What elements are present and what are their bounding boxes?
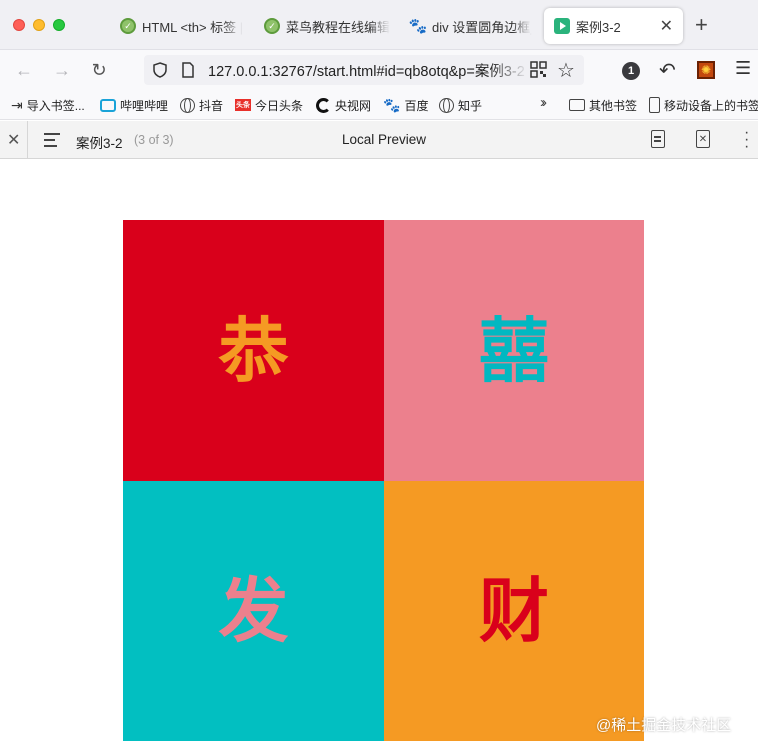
url-text[interactable]: 127.0.0.1:32767/start.html#id=qb8otq&p=案… <box>208 60 528 81</box>
navigation-bar: ← → ↻ 127.0.0.1:32767/start.html#id=qb8o… <box>0 50 758 90</box>
export-icon[interactable]: ✕ <box>696 130 710 148</box>
forward-button[interactable]: → <box>50 58 74 82</box>
local-preview-label: Local Preview <box>342 132 427 147</box>
grid-cell-xi: 囍 <box>384 220 644 481</box>
hamburger-menu-icon[interactable]: ☰ <box>735 58 751 79</box>
close-tab-icon[interactable]: ✕ <box>660 16 673 36</box>
bookmark-label: 导入书签... <box>26 98 85 113</box>
reload-button[interactable]: ↻ <box>87 58 111 82</box>
bookmark-label: 央视网 <box>335 98 372 113</box>
address-bar[interactable]: 127.0.0.1:32767/start.html#id=qb8otq&p=案… <box>144 55 584 85</box>
tab-label: div 设置圆角边框_百 <box>432 19 532 35</box>
shield-icon[interactable] <box>153 62 167 78</box>
preview-play-icon <box>554 18 570 34</box>
watermark: @稀土掘金技术社区 <box>596 717 732 734</box>
bookmarks-overflow-chevron-icon[interactable]: ›› <box>540 94 547 111</box>
baidu-paw-icon: 🐾 <box>383 96 401 113</box>
bookmark-mobile[interactable]: 移动设备上的书签 <box>649 96 758 114</box>
page-count: (3 of 3) <box>134 133 174 147</box>
bookmark-bilibili[interactable]: 哔哩哔哩 <box>100 96 168 114</box>
arrow-right-icon: → <box>53 59 71 80</box>
bookmark-label: 知乎 <box>458 98 483 113</box>
grid-cell-fa: 发 <box>123 481 384 741</box>
globe-icon <box>439 97 454 113</box>
bookmark-label: 抖音 <box>199 98 224 113</box>
bookmark-douyin[interactable]: 抖音 <box>180 96 223 114</box>
new-tab-button[interactable]: + <box>695 14 708 36</box>
runoob-icon: ✓ <box>264 18 280 34</box>
extension-icon[interactable]: ✺ <box>697 61 715 79</box>
window-minimize-button[interactable] <box>33 19 45 31</box>
tab-html-th[interactable]: ✓ HTML <th> 标签 | <box>110 8 258 44</box>
bookmark-label: 移动设备上的书签 <box>664 98 758 113</box>
close-preview-icon[interactable]: ✕ <box>7 130 20 150</box>
mobile-icon <box>649 97 660 113</box>
bookmarks-bar: ⇥ 导入书签... 哔哩哔哩 抖音 头条 今日头条 央视网 🐾 百度 知乎 ››… <box>0 90 758 120</box>
window-close-button[interactable] <box>13 19 25 31</box>
runoob-icon: ✓ <box>120 18 136 34</box>
divider <box>27 121 28 159</box>
window-zoom-button[interactable] <box>53 19 65 31</box>
tab-label: 案例3-2 <box>576 19 621 35</box>
tab-runoob-editor[interactable]: ✓ 菜鸟教程在线编辑器 <box>254 8 400 44</box>
bookmark-label: 今日头条 <box>255 98 304 113</box>
bookmark-label: 百度 <box>404 98 429 113</box>
notification-badge-icon[interactable]: 1 <box>622 62 640 80</box>
qr-code-icon[interactable] <box>530 61 547 78</box>
bookmark-label: 其他书签 <box>589 98 638 113</box>
bookmark-zhihu[interactable]: 知乎 <box>439 96 482 114</box>
arrow-left-icon: ← <box>15 59 33 80</box>
folder-icon <box>569 99 585 111</box>
bilibili-icon <box>100 98 116 112</box>
reload-icon: ↻ <box>91 59 107 80</box>
bookmark-label: 哔哩哔哩 <box>120 98 169 113</box>
tab-label: HTML <th> 标签 | <box>142 19 244 35</box>
bookmark-import[interactable]: ⇥ 导入书签... <box>11 96 85 114</box>
character-grid: 恭 囍 发 财 <box>123 220 644 741</box>
preview-toolbar: ✕ 案例3-2 (3 of 3) Local Preview ✕ · · · <box>0 121 758 159</box>
toutiao-icon: 头条 <box>235 99 251 111</box>
tab-label: 菜鸟教程在线编辑器 <box>286 19 390 35</box>
import-icon: ⇥ <box>11 96 23 113</box>
bookmark-baidu[interactable]: 🐾 百度 <box>383 96 428 114</box>
bookmark-star-icon[interactable]: ☆ <box>557 58 575 83</box>
reply-arrow-icon[interactable]: ↶ <box>659 58 676 83</box>
back-button[interactable]: ← <box>12 58 36 82</box>
bookmark-toutiao[interactable]: 头条 今日头条 <box>235 96 303 114</box>
more-options-icon[interactable]: · · · <box>744 125 749 155</box>
tab-strip: ✓ HTML <th> 标签 | ✓ 菜鸟教程在线编辑器 🐾 div 设置圆角边… <box>0 0 758 50</box>
bookmark-other[interactable]: 其他书签 <box>569 96 637 114</box>
grid-cell-gong: 恭 <box>123 220 384 481</box>
grid-cell-cai: 财 <box>384 481 644 741</box>
preview-title: 案例3-2 <box>76 136 123 151</box>
page-icon[interactable] <box>182 62 194 78</box>
document-icon[interactable] <box>651 130 665 148</box>
globe-icon <box>180 97 195 113</box>
baidu-paw-icon: 🐾 <box>408 18 428 35</box>
bookmark-cctv[interactable]: 央视网 <box>316 96 371 114</box>
tab-div-border[interactable]: 🐾 div 设置圆角边框_百 <box>400 8 542 44</box>
tab-case-3-2[interactable]: 案例3-2 ✕ <box>544 8 683 44</box>
cctv-icon <box>316 97 331 113</box>
page-list-icon[interactable] <box>44 133 60 151</box>
